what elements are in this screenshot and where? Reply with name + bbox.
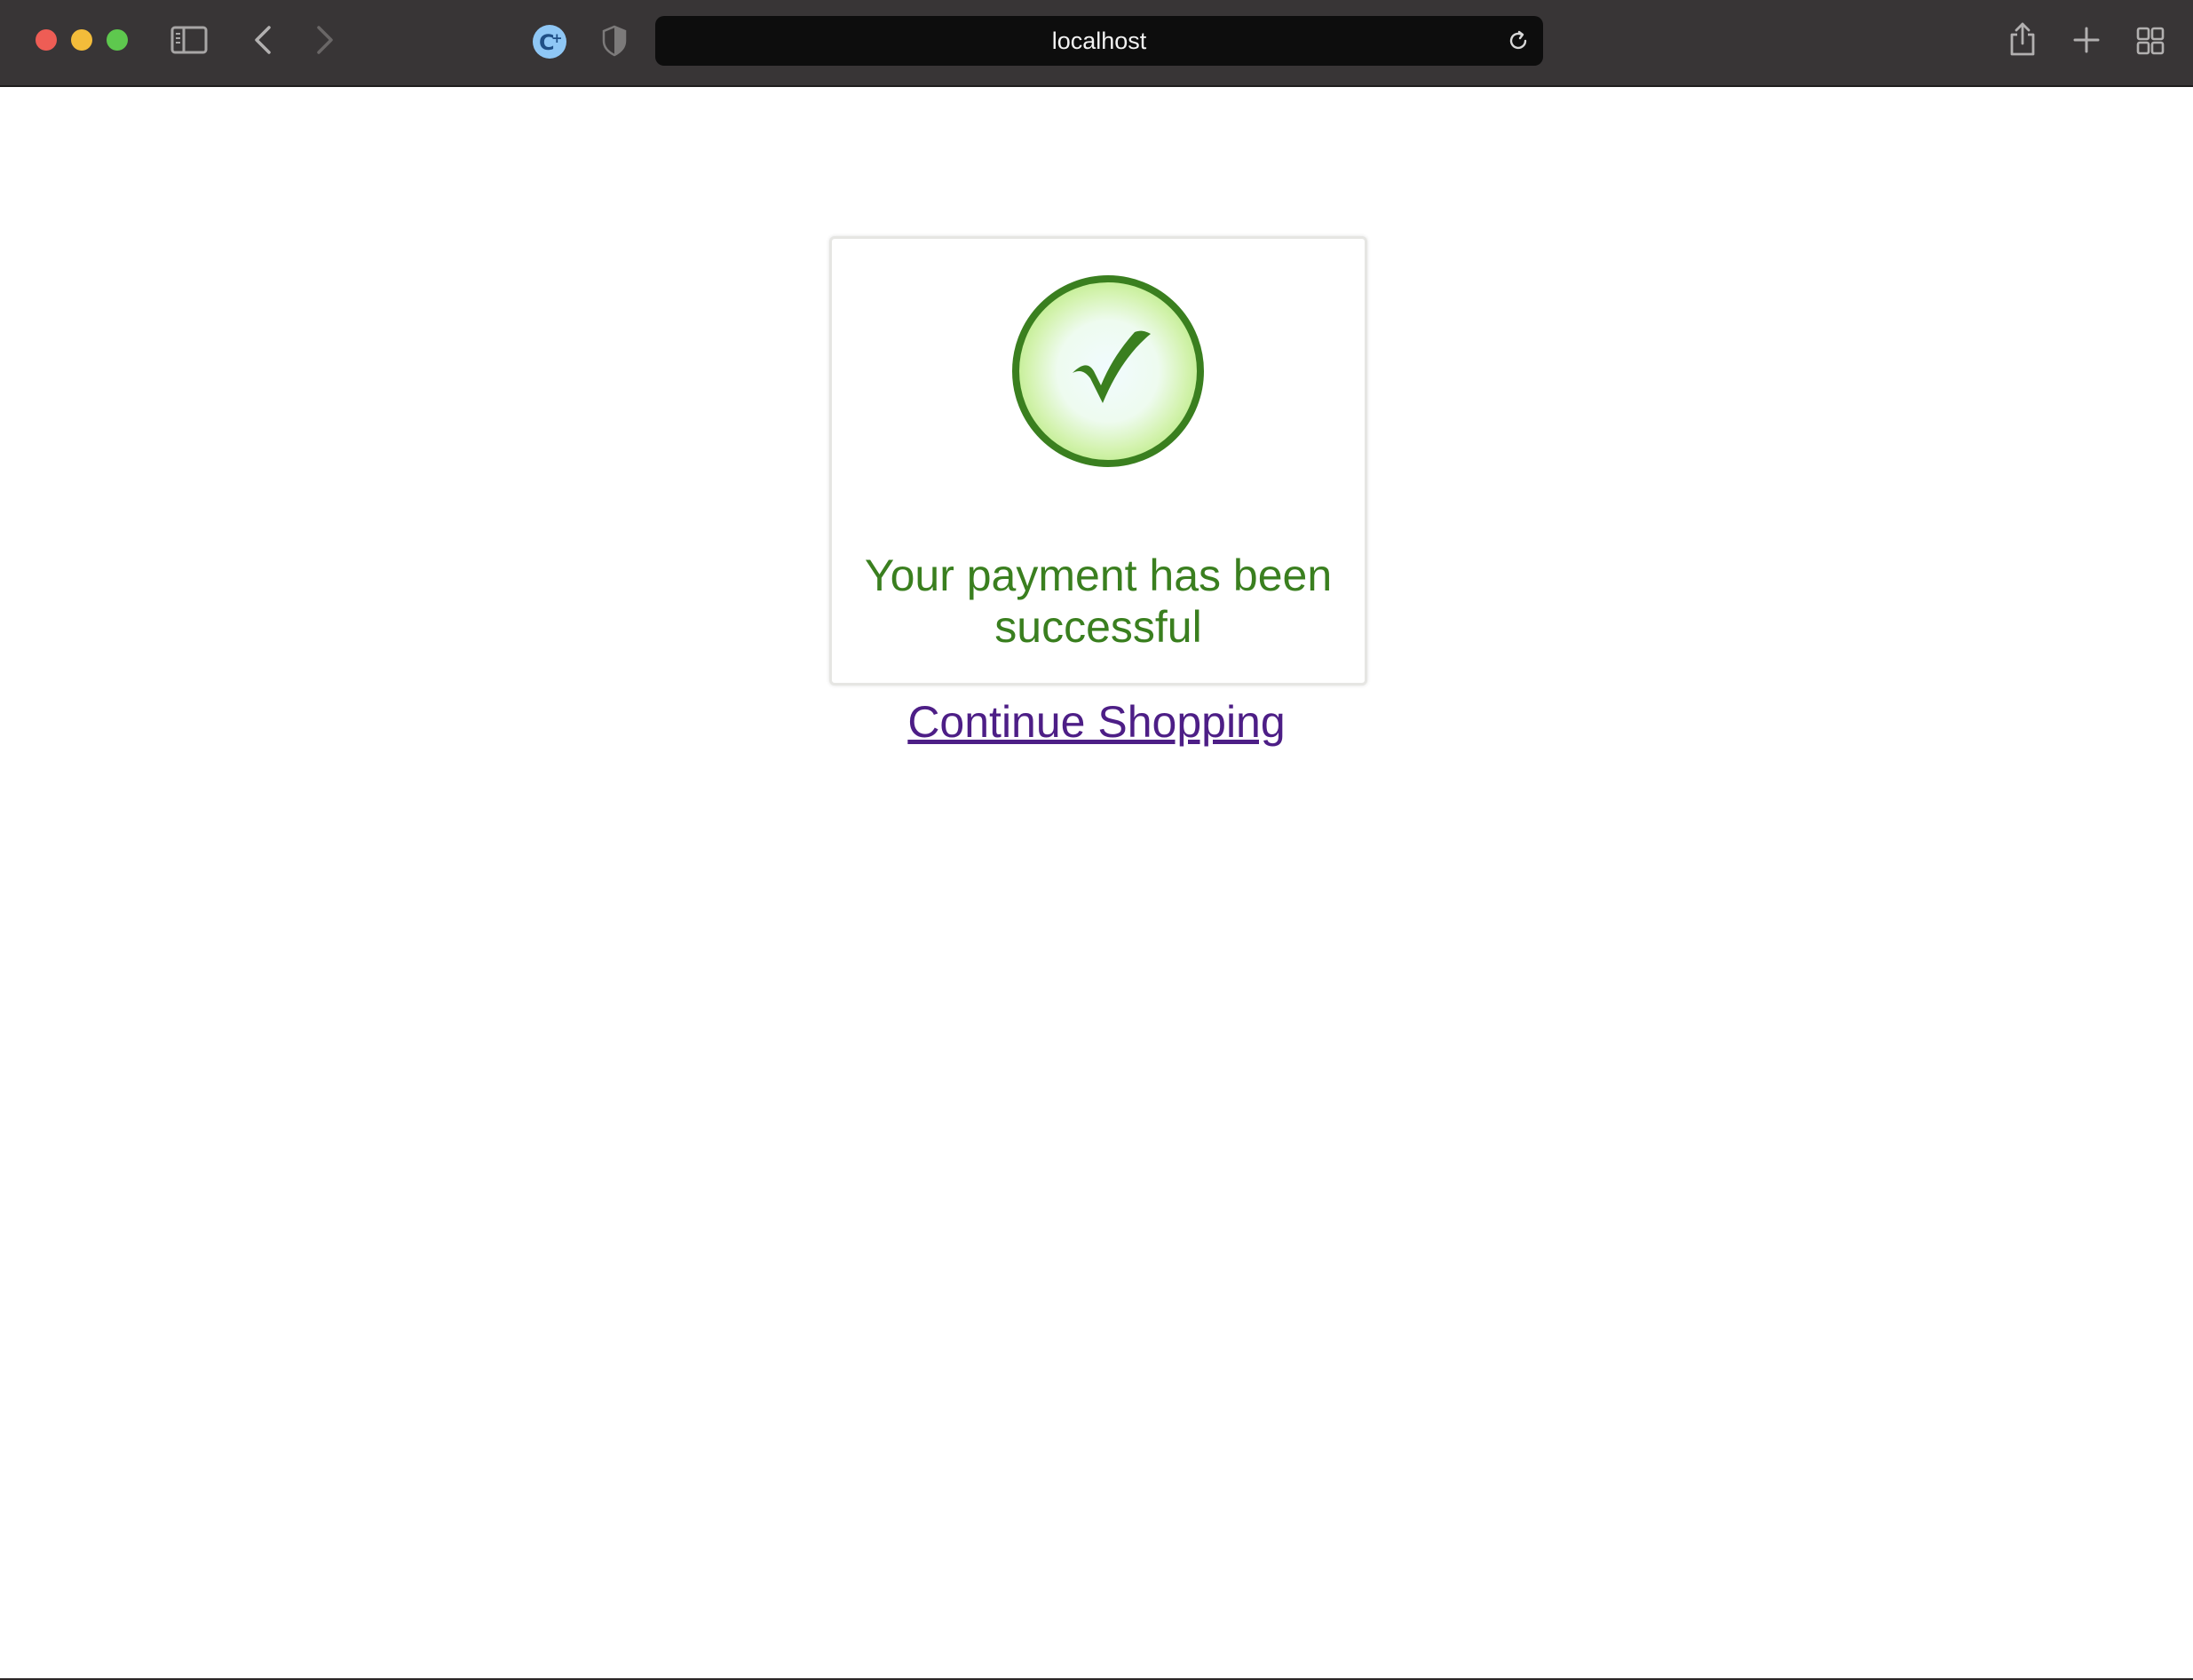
maximize-window-button[interactable]	[107, 29, 128, 51]
payment-success-card: Your payment has been successful	[829, 236, 1367, 685]
chevron-right-icon	[317, 26, 333, 54]
reload-icon	[1509, 30, 1527, 50]
tab-overview-button[interactable]	[2133, 23, 2168, 59]
page-content: Your payment has been successful Continu…	[0, 87, 2193, 1678]
share-icon	[2010, 22, 2035, 56]
privacy-shield-button[interactable]	[598, 23, 630, 59]
forward-button[interactable]	[309, 21, 341, 59]
extension-button[interactable]: C +	[531, 23, 568, 60]
svg-text:+: +	[551, 30, 563, 46]
grid-icon	[2136, 27, 2165, 55]
address-bar[interactable]: localhost	[655, 16, 1543, 66]
extension-icon: C +	[533, 25, 566, 59]
sidebar-icon	[170, 26, 208, 54]
plus-icon	[2073, 27, 2100, 53]
minimize-window-button[interactable]	[71, 29, 92, 51]
shield-icon	[602, 25, 627, 57]
new-tab-button[interactable]	[2069, 21, 2104, 59]
address-text: localhost	[1051, 27, 1147, 54]
close-window-button[interactable]	[36, 29, 57, 51]
sidebar-toggle-button[interactable]	[170, 25, 208, 55]
success-message: Your payment has been successful	[864, 551, 1333, 652]
browser-window: C + localhost Your payment has been succ…	[0, 0, 2193, 1678]
continue-shopping-link[interactable]: Continue Shopping	[0, 696, 2193, 748]
browser-toolbar: C + localhost	[0, 0, 2193, 87]
check-circle-icon	[1012, 275, 1204, 467]
chevron-left-icon	[255, 26, 271, 54]
share-button[interactable]	[2005, 18, 2040, 60]
back-button[interactable]	[247, 21, 279, 59]
reload-button[interactable]	[1504, 27, 1532, 55]
